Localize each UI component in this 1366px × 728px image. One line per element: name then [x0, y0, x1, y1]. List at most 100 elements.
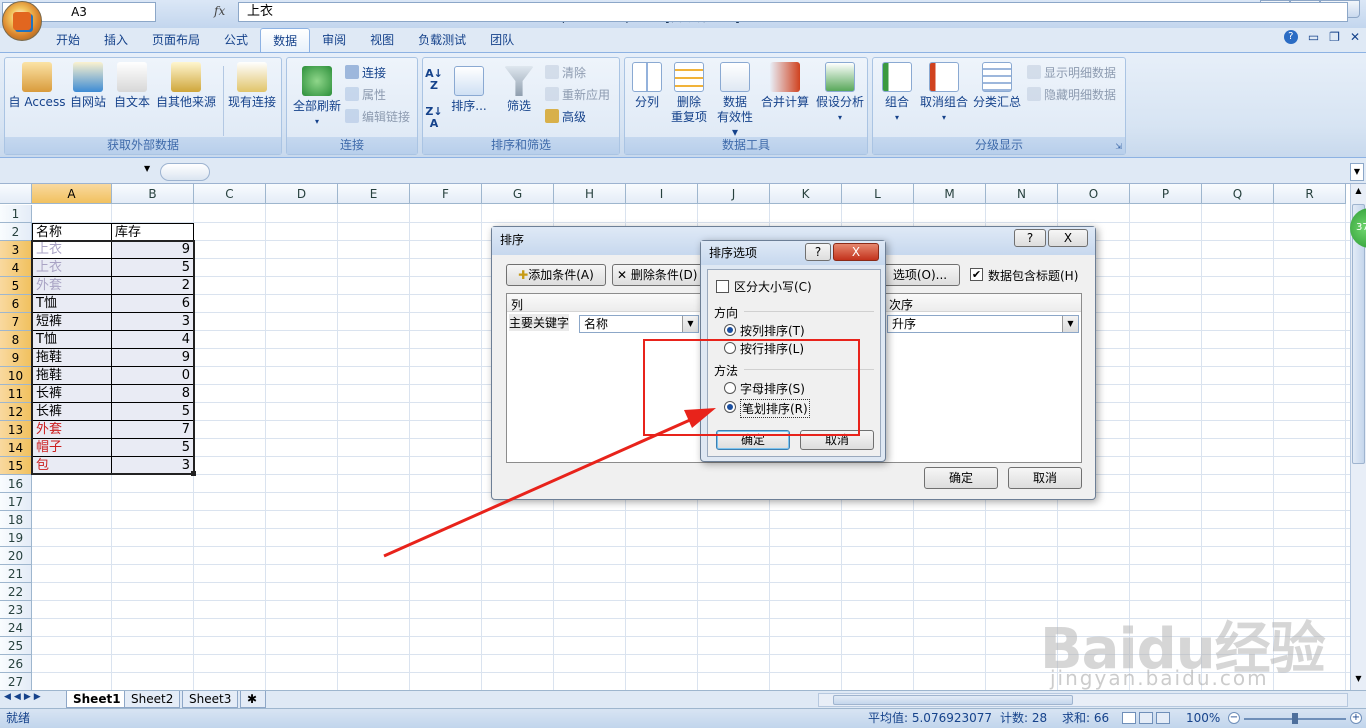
ribbon-minimize-icon[interactable]: ▭: [1308, 30, 1319, 44]
cell-name[interactable]: T恤: [32, 331, 112, 349]
cell-stock[interactable]: 3: [112, 457, 194, 475]
row-header-1[interactable]: 1: [0, 205, 32, 223]
header-cell-name[interactable]: 名称: [32, 223, 112, 241]
column-header-i[interactable]: I: [626, 184, 698, 204]
formula-bar-expander[interactable]: [160, 163, 210, 181]
help-icon[interactable]: ?: [1283, 30, 1298, 44]
column-header-f[interactable]: F: [410, 184, 482, 204]
ribbon-close-icon[interactable]: ✕: [1350, 30, 1360, 44]
column-header-a[interactable]: A: [32, 184, 112, 204]
cell-name[interactable]: 上衣: [32, 259, 112, 277]
column-header-h[interactable]: H: [554, 184, 626, 204]
column-header-k[interactable]: K: [770, 184, 842, 204]
subtotal-button[interactable]: 分类汇总: [971, 62, 1023, 110]
column-header-n[interactable]: N: [986, 184, 1058, 204]
sort-help-button[interactable]: ?: [1014, 229, 1046, 247]
row-header-27[interactable]: 27: [0, 673, 32, 690]
options-close-button[interactable]: X: [833, 243, 879, 261]
cell-name[interactable]: 帽子: [32, 439, 112, 457]
name-box-dropdown-icon[interactable]: ▼: [144, 164, 150, 173]
sheet-tab-3[interactable]: Sheet3: [182, 691, 239, 708]
row-header-9[interactable]: 9: [0, 349, 32, 367]
ribbon-restore-icon[interactable]: ❐: [1329, 30, 1340, 44]
tab-load-test[interactable]: 负载测试: [406, 28, 478, 52]
hide-detail-button[interactable]: 隐藏明细数据: [1027, 84, 1116, 104]
tab-home[interactable]: 开始: [44, 28, 92, 52]
formula-input[interactable]: 上衣: [238, 2, 1348, 22]
text-to-columns-button[interactable]: 分列: [627, 62, 667, 110]
zoom-slider-thumb[interactable]: [1292, 713, 1298, 724]
page-layout-view-icon[interactable]: [1139, 712, 1153, 724]
row-header-3[interactable]: 3: [0, 241, 32, 259]
from-access-button[interactable]: 自 Access: [7, 62, 67, 110]
row-header-12[interactable]: 12: [0, 403, 32, 421]
sheet-nav-icon[interactable]: ◀◀▶▶: [4, 692, 44, 702]
sort-za-button[interactable]: Z↓ A: [425, 106, 443, 130]
case-sensitive-checkbox[interactable]: [716, 280, 729, 293]
options-help-button[interactable]: ?: [805, 243, 831, 261]
column-header-m[interactable]: M: [914, 184, 986, 204]
primary-key-combo[interactable]: 名称 ▼: [579, 315, 699, 333]
consolidate-button[interactable]: 合并计算: [759, 62, 811, 110]
cell-name[interactable]: T恤: [32, 295, 112, 313]
sort-cancel-button[interactable]: 取消: [1008, 467, 1082, 489]
from-web-button[interactable]: 自网站: [65, 62, 111, 110]
row-header-7[interactable]: 7: [0, 313, 32, 331]
what-if-analysis-button[interactable]: 假设分析 ▾: [813, 62, 867, 125]
cell-name[interactable]: 短裤: [32, 313, 112, 331]
column-header-p[interactable]: P: [1130, 184, 1202, 204]
dropdown-arrow-icon[interactable]: ▼: [682, 316, 698, 332]
by-column-radio[interactable]: [724, 324, 736, 336]
row-header-4[interactable]: 4: [0, 259, 32, 277]
column-header-l[interactable]: L: [842, 184, 914, 204]
page-break-view-icon[interactable]: [1156, 712, 1170, 724]
cell-name[interactable]: 外套: [32, 421, 112, 439]
column-header-o[interactable]: O: [1058, 184, 1130, 204]
advanced-filter-button[interactable]: 高级: [545, 106, 586, 126]
sort-ok-button[interactable]: 确定: [924, 467, 998, 489]
row-header-2[interactable]: 2: [0, 223, 32, 241]
row-header-10[interactable]: 10: [0, 367, 32, 385]
row-header-26[interactable]: 26: [0, 655, 32, 673]
options-cancel-button[interactable]: 取消: [800, 430, 874, 450]
cell-stock[interactable]: 9: [112, 241, 194, 259]
cell-name[interactable]: 长裤: [32, 403, 112, 421]
cell-stock[interactable]: 0: [112, 367, 194, 385]
row-header-16[interactable]: 16: [0, 475, 32, 493]
cell-name[interactable]: 拖鞋: [32, 367, 112, 385]
cell-name[interactable]: 包: [32, 457, 112, 475]
tab-data[interactable]: 数据: [260, 28, 311, 52]
row-header-20[interactable]: 20: [0, 547, 32, 565]
cell-stock[interactable]: 7: [112, 421, 194, 439]
fill-handle[interactable]: [191, 471, 196, 476]
row-header-25[interactable]: 25: [0, 637, 32, 655]
group-button[interactable]: 组合 ▾: [877, 62, 917, 125]
filter-button[interactable]: 筛选: [499, 66, 539, 114]
horizontal-scrollbar[interactable]: [818, 693, 1348, 707]
scroll-up-icon[interactable]: ▲: [1352, 186, 1365, 200]
column-header-q[interactable]: Q: [1202, 184, 1274, 204]
header-cell-stock[interactable]: 库存: [112, 223, 194, 241]
row-header-8[interactable]: 8: [0, 331, 32, 349]
row-header-23[interactable]: 23: [0, 601, 32, 619]
zoom-out-icon[interactable]: −: [1228, 712, 1240, 724]
row-header-13[interactable]: 13: [0, 421, 32, 439]
cell-name[interactable]: 拖鞋: [32, 349, 112, 367]
zoom-level[interactable]: 100%: [1186, 709, 1220, 728]
column-header-j[interactable]: J: [698, 184, 770, 204]
options-button[interactable]: 选项(O)...: [880, 264, 960, 286]
tab-page-layout[interactable]: 页面布局: [140, 28, 212, 52]
column-header-d[interactable]: D: [266, 184, 338, 204]
connections-button[interactable]: 连接: [345, 62, 386, 82]
row-header-22[interactable]: 22: [0, 583, 32, 601]
zoom-in-icon[interactable]: +: [1350, 712, 1362, 724]
dropdown-arrow-icon[interactable]: ▼: [1062, 316, 1078, 332]
clear-filter-button[interactable]: 清除: [545, 62, 586, 82]
sort-az-button[interactable]: A↓ Z: [425, 68, 443, 92]
row-header-6[interactable]: 6: [0, 295, 32, 313]
sheet-tab-2[interactable]: Sheet2: [124, 691, 181, 708]
hscroll-thumb[interactable]: [833, 695, 1073, 705]
normal-view-icon[interactable]: [1122, 712, 1136, 724]
cell-stock[interactable]: 4: [112, 331, 194, 349]
edit-links-button[interactable]: 编辑链接: [345, 106, 410, 126]
